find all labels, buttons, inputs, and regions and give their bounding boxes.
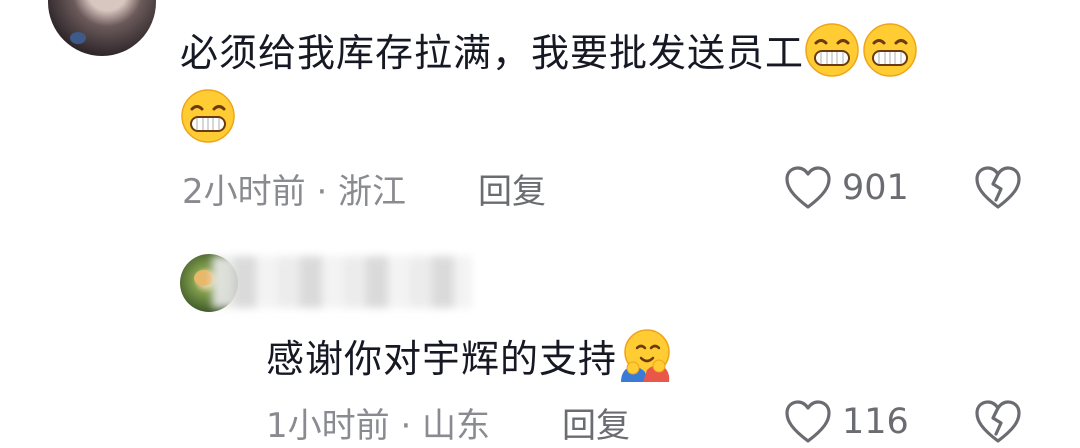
reply-button[interactable]: 回复: [478, 164, 546, 213]
heart-icon: [785, 166, 831, 209]
reply-like-button[interactable]: 116: [784, 400, 909, 444]
comment-body: 必须给我库存拉满，我要批发送员工: [180, 31, 805, 75]
comment-time-location: 2小时前 · 浙江: [182, 172, 407, 212]
reply-time-location: 1小时前 · 山东: [266, 406, 491, 446]
hugging-face-icon: [621, 329, 670, 382]
grinning-face-icon: [863, 23, 917, 77]
dislike-button[interactable]: [974, 166, 1022, 214]
reply-reply-button[interactable]: 回复: [562, 398, 630, 447]
like-button[interactable]: 901: [784, 166, 909, 210]
broken-heart-icon: [975, 166, 1021, 209]
avatar-detail: [194, 270, 214, 286]
comment-text: 必须给我库存拉满，我要批发送员工: [180, 20, 1040, 152]
reply-body: 感谢你对宇辉的支持: [266, 337, 618, 381]
grinning-face-icon: [181, 89, 235, 143]
reply-dislike-button[interactable]: [974, 400, 1022, 448]
grinning-face-icon: [805, 23, 859, 77]
blurred-username: [212, 256, 472, 308]
avatar-detail: [70, 32, 86, 44]
reply-text: 感谢你对宇辉的支持: [266, 328, 675, 387]
heart-icon: [785, 400, 831, 443]
reply-like-count: 116: [842, 402, 909, 442]
like-count: 901: [842, 168, 909, 208]
commenter-avatar[interactable]: [48, 0, 156, 56]
broken-heart-icon: [975, 400, 1021, 443]
